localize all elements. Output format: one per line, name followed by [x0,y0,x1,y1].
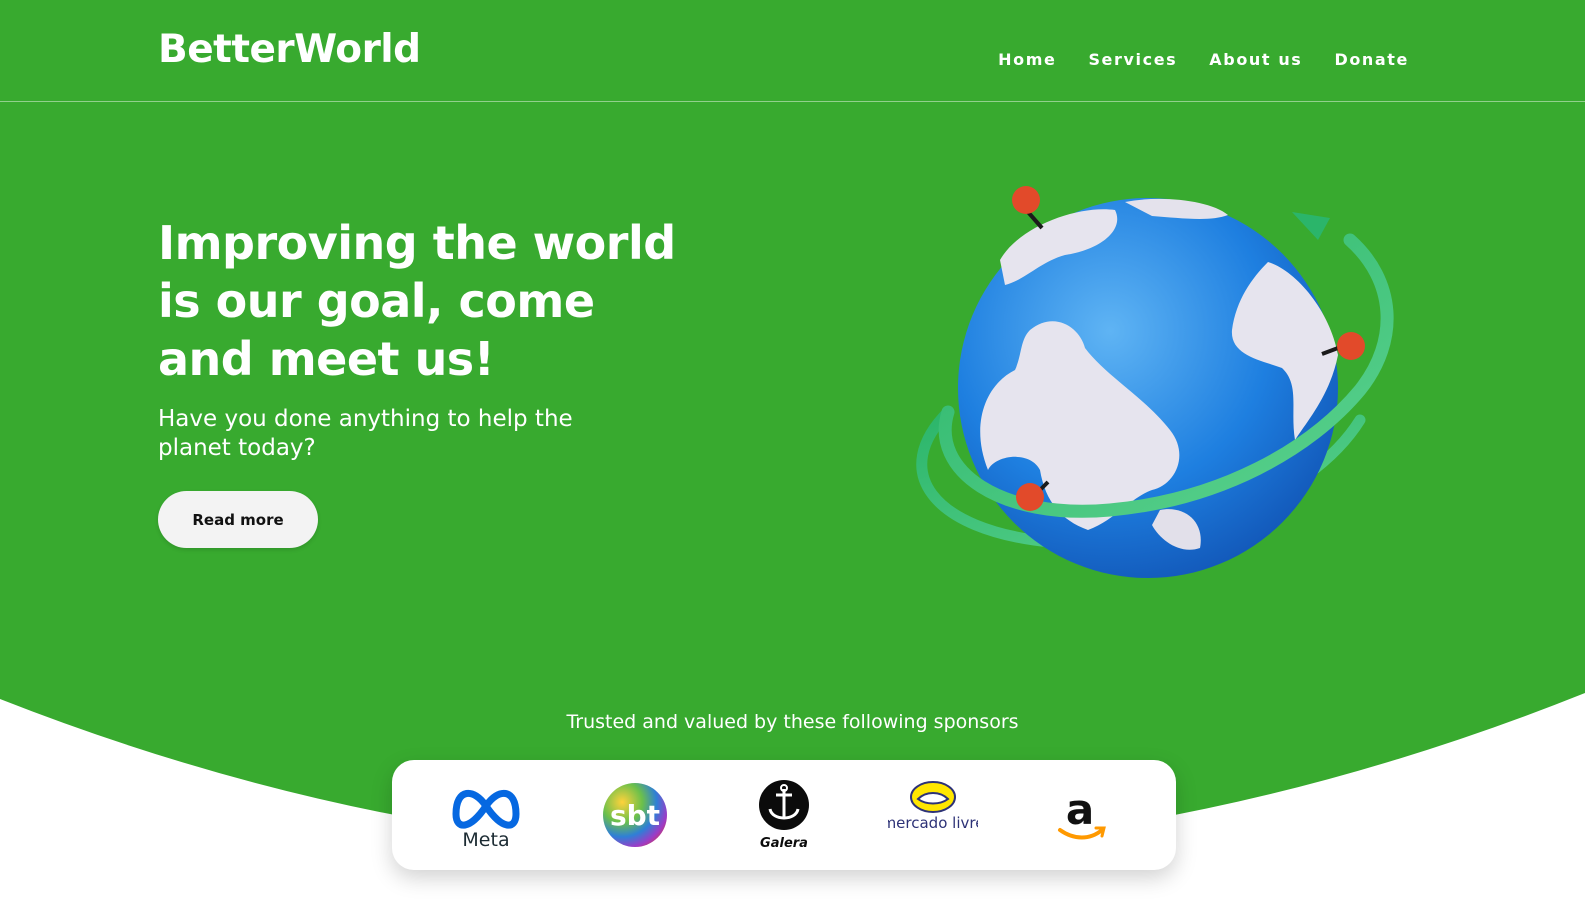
sbt-logo[interactable]: sbt [580,775,690,855]
meta-logo-text: Meta [463,829,510,850]
meta-logo[interactable]: Meta [431,775,541,855]
mercado-livre-logo[interactable]: mercado livre [878,775,988,855]
nav-donate[interactable]: Donate [1334,50,1409,69]
amazon-logo[interactable]: a [1027,775,1137,855]
nav-home[interactable]: Home [998,50,1056,69]
meta-logo-icon: Meta [452,789,520,850]
amazon-logo-icon: a [1057,785,1106,840]
galera-anchor-icon: Galera [758,780,809,851]
nav-services[interactable]: Services [1088,50,1177,69]
sbt-logo-text: sbt [610,799,660,832]
galera-logo[interactable]: Galera [729,775,839,855]
main-nav: Home Services About us Donate [998,50,1409,69]
brand-logo[interactable]: BetterWorld [158,27,421,72]
mercado-livre-logo-text: mercado livre [888,814,978,832]
sponsors-card: Meta sbt Galera mercado livr a [392,760,1176,870]
top-navbar: BetterWorld Home Services About us Donat… [0,0,1585,102]
hero-headline: Improving the world is our goal, come an… [158,216,676,386]
globe-with-orbit-arrow-icon [916,186,1394,578]
hero-subtext: Have you done anything to help the plane… [158,406,573,461]
read-more-button[interactable]: Read more [158,491,318,548]
sponsors-caption: Trusted and valued by these following sp… [566,711,1019,733]
amazon-logo-text: a [1065,785,1093,834]
mercado-livre-icon: mercado livre [888,781,978,832]
sbt-logo-icon: sbt [603,783,668,847]
hero-section: BetterWorld Home Services About us Donat… [0,0,1585,899]
nav-about-us[interactable]: About us [1209,50,1302,69]
galera-logo-text: Galera [760,836,808,851]
